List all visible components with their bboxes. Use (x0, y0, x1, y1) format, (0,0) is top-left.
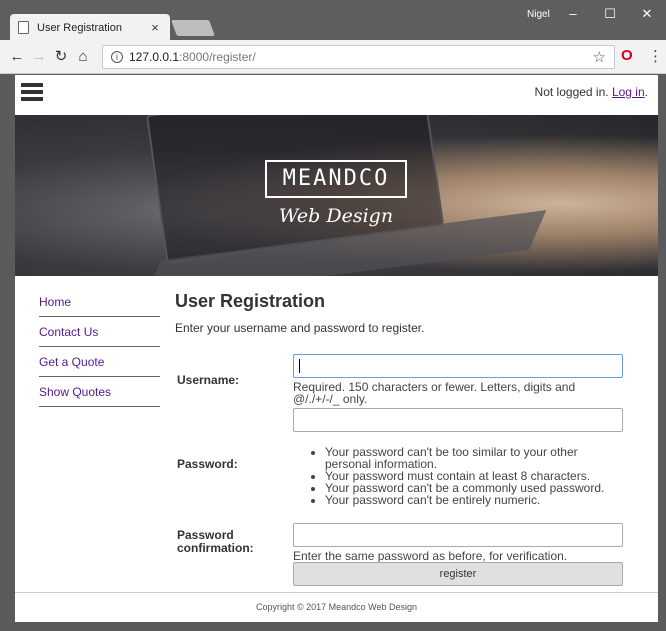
login-link[interactable]: Log in (612, 85, 645, 99)
opera-extension-icon[interactable]: O (621, 47, 633, 64)
close-window-icon[interactable]: ✕ (632, 4, 662, 24)
username-input[interactable] (293, 354, 623, 378)
hamburger-menu-icon[interactable] (21, 83, 43, 101)
new-tab-button[interactable] (171, 20, 215, 36)
hero-banner: MEANDCO Web Design (15, 115, 658, 276)
password-rule: Your password can't be entirely numeric. (325, 494, 623, 506)
home-icon[interactable]: ⌂ (72, 46, 94, 68)
form-intro: Enter your username and password to regi… (175, 321, 425, 335)
site-logo: MEANDCO (265, 160, 407, 198)
username-label: Username: (177, 373, 240, 387)
maximize-icon[interactable]: ☐ (595, 4, 625, 24)
sidebar-nav: Home Contact Us Get a Quote Show Quotes (39, 287, 160, 407)
sidebar-item-contact-us[interactable]: Contact Us (39, 317, 160, 347)
password-confirmation-label: Password confirmation: (177, 528, 254, 555)
logo-subtitle: Web Design (278, 205, 394, 227)
password-input[interactable] (293, 408, 623, 432)
text-caret (299, 359, 300, 373)
password-confirmation-help: Enter the same password as before, for v… (293, 549, 568, 563)
forward-icon[interactable]: → (28, 46, 50, 68)
password-help: Your password can't be too similar to yo… (293, 446, 623, 506)
back-icon[interactable]: ← (6, 46, 28, 68)
page-title: User Registration (175, 291, 326, 311)
sidebar-item-show-quotes[interactable]: Show Quotes (39, 377, 160, 407)
tab-title: User Registration (37, 21, 122, 34)
password-rule: Your password can't be too similar to yo… (325, 446, 623, 470)
password-confirmation-input[interactable] (293, 523, 623, 547)
login-status-text: Not logged in. (534, 85, 609, 99)
sidebar-item-home[interactable]: Home (39, 287, 160, 317)
browser-menu-icon[interactable]: ⋮ (648, 47, 663, 65)
profile-name[interactable]: Nigel (527, 9, 550, 20)
registration-form: User Registration Enter your username an… (175, 287, 625, 586)
reload-icon[interactable]: ↻ (50, 46, 72, 68)
page-icon (18, 21, 29, 34)
site-header: Not logged in. Log in. (15, 75, 658, 115)
password-label: Password: (177, 457, 238, 471)
page-viewport: Not logged in. Log in. MEANDCO Web Desig… (15, 75, 658, 622)
browser-toolbar: ← → ↻ ⌂ i 127.0.0.1:8000/register/ ☆ (0, 40, 666, 74)
site-info-icon[interactable]: i (111, 51, 123, 63)
bookmark-star-icon[interactable]: ☆ (593, 48, 606, 66)
url-host: 127.0.0.1 (129, 50, 180, 64)
site-footer: Copyright © 2017 Meandco Web Design (15, 592, 658, 622)
username-help: Required. 150 characters or fewer. Lette… (293, 380, 576, 406)
browser-titlebar: User Registration × Nigel – ☐ ✕ (0, 0, 666, 41)
sidebar-item-get-a-quote[interactable]: Get a Quote (39, 347, 160, 377)
register-button[interactable]: register (293, 562, 623, 586)
url-path: :8000/register/ (179, 50, 256, 64)
minimize-icon[interactable]: – (558, 4, 588, 24)
login-status: Not logged in. Log in. (534, 85, 648, 99)
browser-tab[interactable]: User Registration × (10, 14, 170, 41)
address-bar[interactable]: i 127.0.0.1:8000/register/ ☆ (102, 45, 615, 69)
tab-close-icon[interactable]: × (148, 20, 162, 35)
